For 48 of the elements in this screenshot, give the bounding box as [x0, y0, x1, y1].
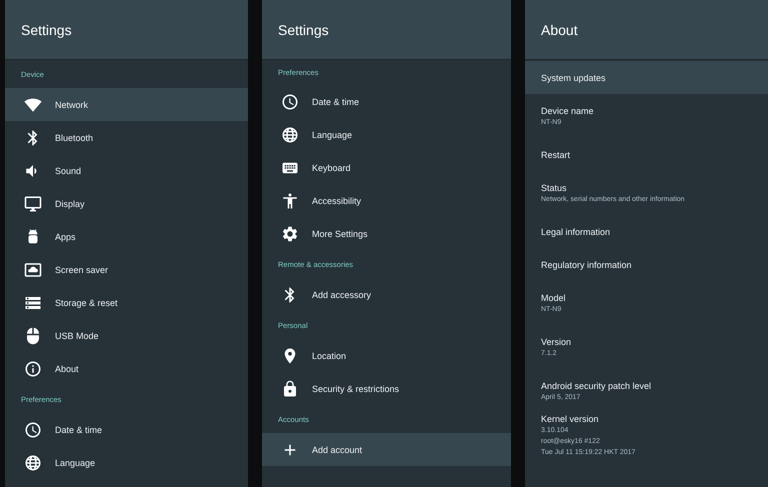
item-title: Legal information — [541, 226, 612, 236]
info-row[interactable]: Regulatory information — [525, 248, 768, 281]
clock-icon — [281, 92, 300, 110]
clock-icon — [24, 420, 42, 438]
person-icon — [281, 192, 300, 210]
cloud-screen-icon — [24, 260, 42, 278]
panel-title: About — [541, 22, 578, 38]
globe-icon — [24, 454, 42, 472]
settings-item[interactable]: Language — [5, 446, 248, 479]
info-row[interactable]: Restart — [525, 138, 768, 171]
item-title: Status — [541, 182, 568, 192]
item-title: System updates — [541, 72, 607, 82]
panel-title: Settings — [278, 22, 329, 38]
settings-item[interactable]: Add accessory — [262, 278, 511, 311]
monitor-icon — [24, 194, 42, 212]
wifi-icon — [24, 96, 42, 114]
settings-item[interactable]: About — [5, 352, 248, 385]
info-row[interactable]: Legal information — [525, 215, 768, 248]
item-title: Model — [541, 292, 567, 302]
settings-item[interactable]: Add account — [262, 433, 511, 466]
settings-item[interactable]: Accessibility — [262, 184, 511, 217]
settings-item[interactable]: Storage & reset — [5, 286, 248, 319]
mouse-icon — [24, 326, 42, 344]
item-title: Restart — [541, 150, 572, 160]
item-title: Version — [541, 336, 572, 346]
info-icon — [24, 360, 42, 378]
settings-item[interactable]: Date & time — [262, 85, 511, 118]
settings-item[interactable]: Bluetooth — [5, 121, 248, 154]
settings-item[interactable]: Security & restrictions — [262, 372, 511, 405]
item-title: Kernel version — [541, 414, 600, 424]
settings-item[interactable]: Date & time — [5, 413, 248, 446]
info-row[interactable]: System updates — [525, 61, 768, 94]
settings-item[interactable]: Location — [262, 339, 511, 372]
settings-item[interactable]: Language — [262, 118, 511, 151]
settings-item[interactable]: More Settings — [262, 217, 511, 250]
settings-item[interactable]: Display — [5, 187, 248, 220]
item-title: Device name — [541, 106, 595, 116]
settings-item[interactable]: Keyboard — [262, 151, 511, 184]
settings-icon — [281, 224, 300, 242]
settings-item[interactable]: USB Mode — [5, 319, 248, 352]
settings-item[interactable]: Apps — [5, 220, 248, 253]
globe-icon — [281, 126, 300, 144]
settings-item[interactable]: Sound — [5, 154, 248, 187]
settings-item[interactable]: Network — [5, 88, 248, 121]
item-title: Regulatory information — [541, 260, 633, 270]
settings-item[interactable]: Screen saver — [5, 253, 248, 286]
item-title: Android security patch level — [541, 380, 652, 390]
panel-title: Settings — [21, 22, 72, 38]
